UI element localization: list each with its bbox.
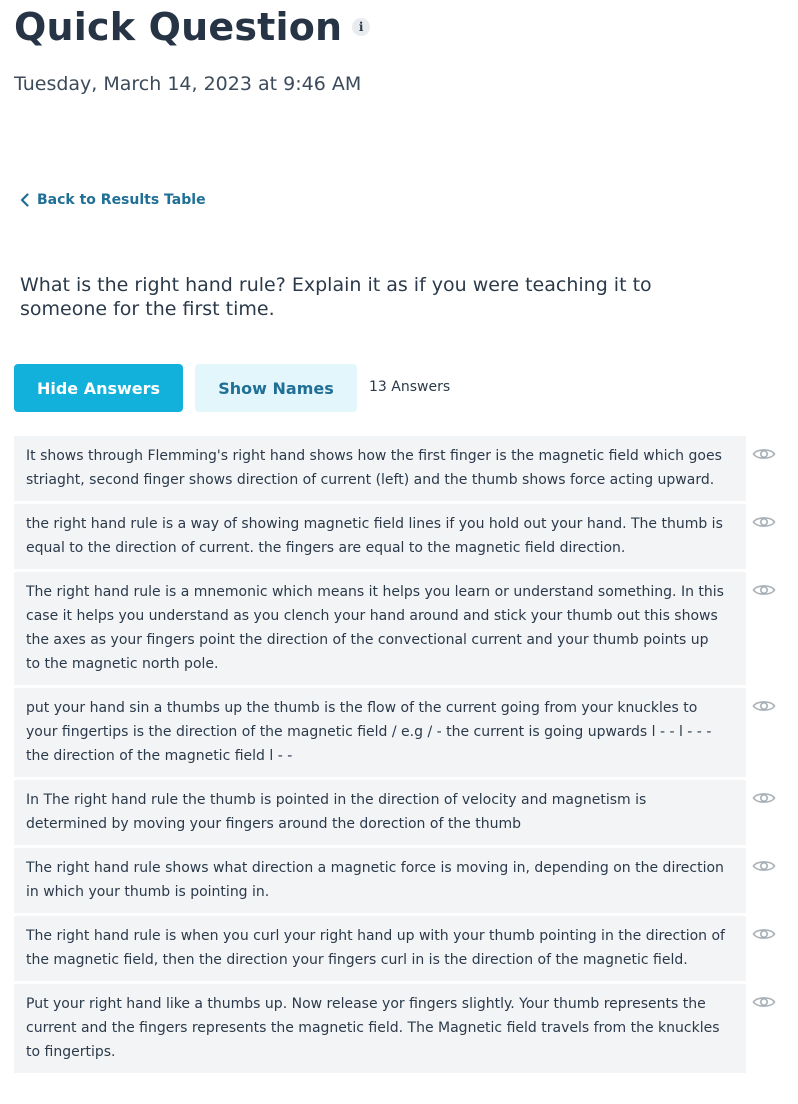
hide-answers-button[interactable]: Hide Answers [14,364,183,412]
eye-icon[interactable] [752,790,776,806]
back-link-label: Back to Results Table [37,192,206,208]
answer-text: In The right hand rule the thumb is poin… [14,780,746,845]
info-icon[interactable]: i [352,17,371,36]
answer-item: In The right hand rule the thumb is poin… [14,780,798,845]
eye-icon[interactable] [752,582,776,598]
answer-text: put your hand sin a thumbs up the thumb … [14,688,746,777]
eye-icon[interactable] [752,514,776,530]
answer-item: The right hand rule is when you curl you… [14,916,798,981]
answer-item: the right hand rule is a way of showing … [14,504,798,569]
answer-item: The right hand rule is a mnemonic which … [14,572,798,685]
eye-icon[interactable] [752,858,776,874]
answer-item: Put your right hand like a thumbs up. No… [14,984,798,1073]
page-title: Quick Question i [14,4,371,50]
answer-text: It shows through Flemming's right hand s… [14,436,746,501]
eye-icon[interactable] [752,698,776,714]
show-names-button[interactable]: Show Names [195,364,357,412]
answer-item: It shows through Flemming's right hand s… [14,436,798,501]
answer-item: The right hand rule shows what direction… [14,848,798,913]
answer-text: the right hand rule is a way of showing … [14,504,746,569]
answer-list: It shows through Flemming's right hand s… [14,436,798,1076]
question-text: What is the right hand rule? Explain it … [20,274,652,320]
answer-text: The right hand rule is a mnemonic which … [14,572,746,685]
page-date: Tuesday, March 14, 2023 at 9:46 AM [14,73,362,95]
eye-icon[interactable] [752,994,776,1010]
page-title-text: Quick Question [14,5,343,49]
chevron-left-icon [20,193,29,207]
back-to-results-link[interactable]: Back to Results Table [20,192,206,208]
answer-count: 13 Answers [369,379,451,395]
answer-text: The right hand rule shows what direction… [14,848,746,913]
answer-text: Put your right hand like a thumbs up. No… [14,984,746,1073]
answer-item: put your hand sin a thumbs up the thumb … [14,688,798,777]
answer-text: The right hand rule is when you curl you… [14,916,746,981]
eye-icon[interactable] [752,926,776,942]
eye-icon[interactable] [752,446,776,462]
